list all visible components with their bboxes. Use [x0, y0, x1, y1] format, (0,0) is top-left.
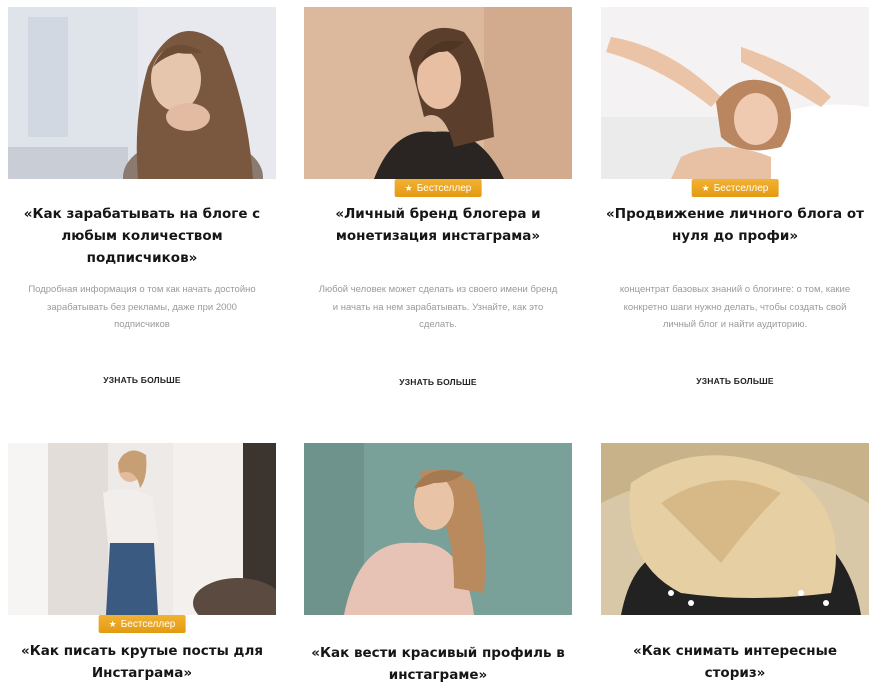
course-card: «Как снимать интересные сториз»	[601, 443, 869, 700]
bestseller-badge: ★ Бестселлер	[394, 179, 482, 197]
course-title[interactable]: «Продвижение личного блога от нуля до пр…	[601, 203, 869, 247]
star-icon: ★	[404, 183, 413, 193]
course-photo[interactable]	[8, 7, 276, 179]
course-photo[interactable]	[8, 443, 276, 615]
course-description: Любой человек может сделать из своего им…	[318, 284, 558, 330]
course-title[interactable]: «Как зарабатывать на блоге с любым колич…	[8, 203, 276, 269]
star-icon: ★	[108, 619, 117, 629]
bestseller-badge: ★ Бестселлер	[98, 615, 186, 633]
course-card: «Как зарабатывать на блоге с любым колич…	[8, 7, 276, 407]
learn-more-link[interactable]: УЗНАТЬ БОЛЬШЕ	[304, 377, 572, 387]
bestseller-badge: ★ Бестселлер	[691, 179, 779, 197]
course-card: ★ Бестселлер «Личный бренд блогера и моне…	[304, 7, 572, 407]
course-card: «Как вести красивый профиль в инстаграме…	[304, 443, 572, 700]
course-photo[interactable]	[601, 443, 869, 615]
course-photo[interactable]	[601, 7, 869, 179]
course-description: концентрат базовых знаний о блогинге: о …	[619, 284, 851, 330]
course-title[interactable]: «Личный бренд блогера и монетизация инст…	[304, 203, 572, 247]
course-title[interactable]: «Как вести красивый профиль в инстаграме…	[304, 642, 572, 686]
course-title[interactable]: «Как снимать интересные сториз»	[601, 640, 869, 684]
course-title[interactable]: «Как писать крутые посты для Инстаграма»	[8, 640, 276, 684]
course-photo[interactable]	[304, 443, 572, 615]
course-card: ★ Бестселлер «Как писать крутые посты для…	[8, 443, 276, 700]
learn-more-link[interactable]: УЗНАТЬ БОЛЬШЕ	[8, 375, 276, 385]
star-icon: ★	[701, 183, 710, 193]
learn-more-link[interactable]: УЗНАТЬ БОЛЬШЕ	[601, 376, 869, 386]
course-photo[interactable]	[304, 7, 572, 179]
course-description: Подробная информация о том как начать до…	[28, 284, 256, 330]
course-card: ★ Бестселлер «Продвижение личного блога о…	[601, 7, 869, 407]
